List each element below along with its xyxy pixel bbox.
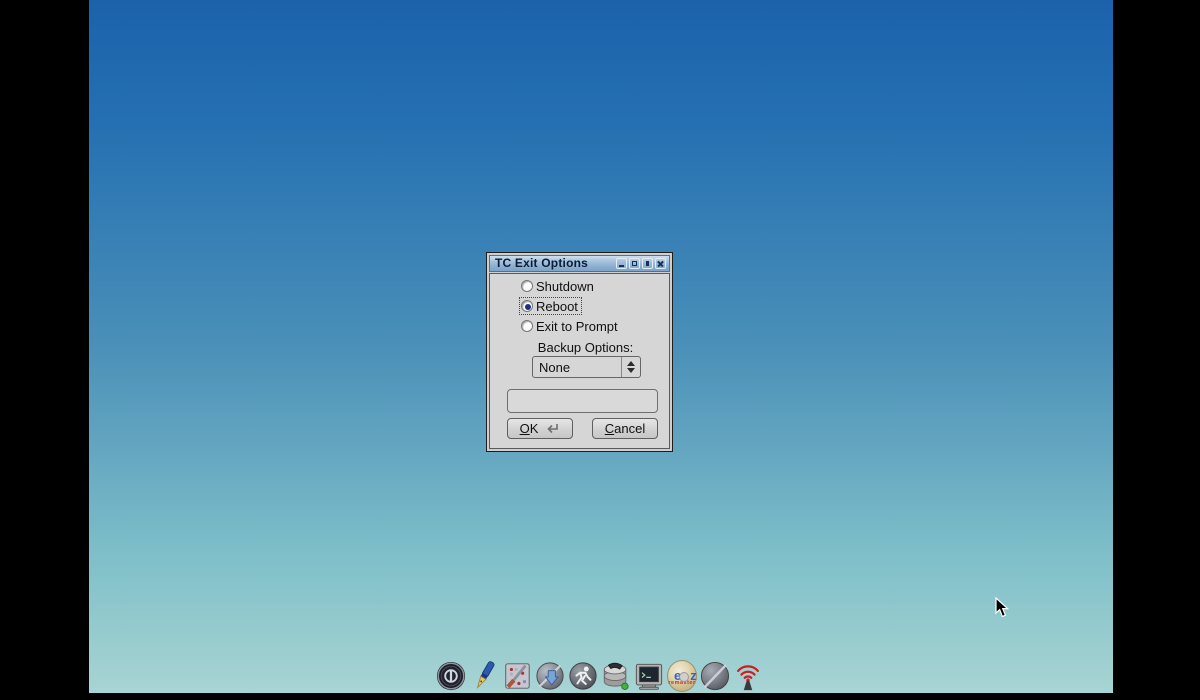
pen-editor-icon[interactable] — [469, 659, 499, 693]
radio-exit-to-prompt[interactable]: Exit to Prompt — [520, 318, 621, 334]
command-input[interactable] — [507, 389, 658, 413]
cancel-button[interactable]: Cancel — [592, 418, 658, 439]
backup-options-dropdown[interactable]: None — [532, 356, 641, 378]
close-icon[interactable] — [655, 258, 666, 269]
dialog-body: Shutdown Reboot Exit to Prompt Backup Op… — [489, 273, 670, 449]
run-icon[interactable] — [568, 659, 598, 693]
enter-arrow-icon — [547, 424, 559, 434]
power-icon[interactable] — [436, 659, 466, 693]
radio-circle — [521, 300, 533, 312]
tc-exit-options-window: TC Exit Options Shutdown Reboot Exit to … — [486, 252, 673, 452]
restore-icon[interactable] — [642, 258, 653, 269]
wifi-icon[interactable] — [733, 659, 763, 693]
radio-label-reboot: Reboot — [536, 298, 578, 314]
radio-circle — [521, 320, 533, 332]
ok-button[interactable]: OK — [507, 418, 573, 439]
backup-options-label: Backup Options: — [537, 340, 634, 355]
control-panel-icon[interactable] — [502, 659, 532, 693]
ezremaster-icon[interactable]: ez remaster — [667, 659, 697, 693]
maximize-icon[interactable] — [629, 258, 640, 269]
app-browser-icon[interactable] — [535, 659, 565, 693]
radio-circle — [521, 280, 533, 292]
ok-button-label: OK — [519, 421, 539, 436]
backup-options-value: None — [539, 360, 571, 375]
dock: ez remaster — [436, 658, 763, 694]
radio-label-shutdown: Shutdown — [536, 278, 594, 294]
radio-label-exit-to-prompt: Exit to Prompt — [536, 318, 618, 334]
window-titlebar[interactable]: TC Exit Options — [489, 255, 670, 272]
screen: TC Exit Options Shutdown Reboot Exit to … — [0, 0, 1200, 700]
radio-reboot[interactable]: Reboot — [519, 297, 582, 315]
minimize-icon[interactable] — [616, 258, 627, 269]
cd-disc: ez remaster — [667, 660, 697, 692]
exit-sphere-icon[interactable] — [700, 659, 730, 693]
window-controls — [616, 258, 666, 269]
mount-tool-icon[interactable] — [601, 659, 631, 693]
cd-sublabel: remaster — [668, 680, 696, 686]
terminal-icon[interactable] — [634, 659, 664, 693]
window-title: TC Exit Options — [495, 256, 588, 270]
cancel-button-label: Cancel — [604, 421, 646, 436]
radio-shutdown[interactable]: Shutdown — [520, 278, 597, 294]
dropdown-spinner-icon — [621, 357, 640, 377]
mouse-cursor — [995, 597, 1010, 618]
